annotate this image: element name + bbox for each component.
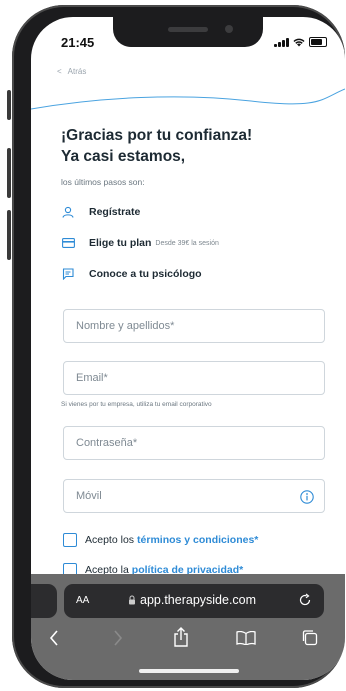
signal-icon	[274, 38, 289, 47]
back-label: Atrás	[67, 67, 87, 76]
name-field[interactable]: Nombre y apellidos*	[63, 309, 325, 343]
page-title: ¡Gracias por tu confianza! Ya casi estam…	[61, 125, 331, 167]
step-register: Regístrate	[61, 205, 140, 219]
header-wave	[31, 88, 345, 110]
forward-icon[interactable]	[113, 630, 123, 646]
chevron-left-icon: <	[57, 67, 62, 76]
step-label: Regístrate	[89, 206, 141, 218]
info-icon[interactable]	[300, 490, 314, 504]
status-time: 21:45	[61, 35, 95, 50]
speaker	[168, 27, 208, 32]
reload-icon[interactable]	[298, 593, 312, 607]
action-button	[7, 90, 11, 120]
bookmarks-icon[interactable]	[236, 631, 256, 645]
terms-prefix: Acepto los	[85, 534, 135, 546]
terms-row: Acepto los términos y condiciones*	[63, 533, 258, 547]
text-size-button[interactable]: AA	[76, 595, 89, 606]
battery-icon	[309, 37, 327, 47]
tabs-icon[interactable]	[301, 629, 318, 646]
phone-frame: 21:45 < Atrás ¡Gracias por tu confianza! …	[12, 5, 345, 688]
address-bar[interactable]: AA app.therapyside.com	[64, 584, 324, 618]
terms-link[interactable]: términos y condiciones*	[137, 534, 258, 546]
back-link[interactable]: < Atrás	[57, 67, 86, 76]
user-icon	[61, 205, 75, 219]
phone-screen: 21:45 < Atrás ¡Gracias por tu confianza! …	[31, 17, 345, 680]
previous-tab-preview[interactable]	[31, 584, 57, 618]
email-hint: Si vienes por tu empresa, utiliza tu ema…	[61, 401, 212, 408]
title-line-2: Ya casi estamos,	[61, 148, 186, 165]
browser-toolbar	[31, 624, 345, 654]
camera	[225, 25, 233, 33]
wifi-icon	[293, 38, 305, 47]
email-field[interactable]: Email*	[63, 361, 325, 395]
back-icon[interactable]	[49, 630, 59, 646]
notch	[113, 17, 263, 47]
phone-field[interactable]: Móvil	[63, 479, 325, 513]
step-psychologist: Conoce a tu psicólogo	[61, 267, 202, 281]
step-plan: Elige tu plan Desde 39€ la sesión	[61, 236, 219, 250]
volume-up-button	[7, 148, 11, 198]
card-icon	[61, 236, 75, 250]
step-label: Conoce a tu psicólogo	[89, 268, 202, 280]
url-text: app.therapyside.com	[140, 593, 257, 607]
chat-icon	[61, 267, 75, 281]
home-indicator	[139, 669, 239, 673]
browser-bar: AA app.therapyside.com	[31, 574, 345, 680]
step-note: Desde 39€ la sesión	[155, 239, 219, 247]
terms-checkbox[interactable]	[63, 533, 77, 547]
volume-down-button	[7, 210, 11, 260]
title-line-1: ¡Gracias por tu confianza!	[61, 127, 253, 144]
password-field[interactable]: Contraseña*	[63, 426, 325, 460]
status-icons	[274, 37, 327, 47]
subtitle: los últimos pasos son:	[61, 177, 145, 187]
share-icon[interactable]	[173, 627, 189, 647]
lock-icon	[129, 595, 135, 605]
step-label: Elige tu plan	[89, 237, 152, 249]
